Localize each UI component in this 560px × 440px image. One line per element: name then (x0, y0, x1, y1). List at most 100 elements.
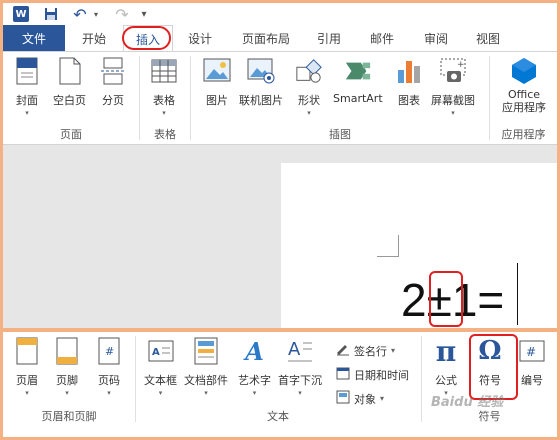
customize-qat-icon[interactable]: ▾ (139, 5, 149, 23)
svg-text:+: + (457, 60, 465, 70)
office-apps-label-line1: Office (507, 88, 541, 101)
header-button[interactable]: 页眉 ▾ (13, 336, 41, 397)
quick-parts-label: 文档部件 (184, 374, 228, 387)
chart-icon (395, 56, 423, 86)
group-header-footer-label: 页眉和页脚 (41, 410, 97, 423)
wordart-icon: A (245, 336, 264, 366)
picture-button[interactable]: 图片 (203, 56, 231, 108)
text-cursor (517, 263, 518, 325)
svg-text:A: A (288, 339, 301, 360)
symbol-button[interactable]: Ω 符号 (476, 336, 504, 388)
textbox-button[interactable]: A 文本框 ▾ (144, 336, 177, 397)
picture-label: 图片 (206, 94, 228, 107)
tab-page-layout[interactable]: 页面布局 (231, 25, 301, 51)
shapes-icon (295, 56, 323, 86)
group-illustrations: 图片 联机图片 形状 ▾ SmartArt 图表 + 屏幕截图 ▾ 插图 (191, 52, 489, 144)
number-label: 编号 (521, 374, 543, 387)
document-area: 2±1= (3, 145, 557, 329)
word-logo-icon: W (13, 6, 29, 22)
redo-icon[interactable]: ↷ (113, 5, 131, 24)
online-picture-button[interactable]: 联机图片 (239, 56, 283, 108)
ribbon-tabs: 文件 开始 插入 设计 页面布局 引用 邮件 审阅 视图 (3, 25, 557, 52)
tab-view[interactable]: 视图 (463, 25, 513, 51)
smartart-label: SmartArt (333, 92, 383, 105)
office-apps-label-line2: 应用程序 (502, 101, 546, 114)
word-window: W ↶ ▾ ↷ ▾ 文件 开始 插入 设计 页面布局 引用 邮件 审阅 视图 封… (0, 0, 560, 440)
table-button[interactable]: 表格 ▾ (150, 56, 178, 117)
datetime-label: 日期和时间 (354, 368, 409, 382)
wordart-button[interactable]: A 艺术字 ▾ (238, 336, 271, 398)
omega-symbol-icon: Ω (478, 336, 502, 366)
blank-page-label: 空白页 (53, 94, 86, 107)
undo-dropdown-icon[interactable]: ▾ (91, 5, 101, 23)
smartart-button[interactable]: SmartArt (333, 56, 383, 105)
dropcap-button[interactable]: A 首字下沉 ▾ (278, 336, 322, 397)
tab-insert[interactable]: 插入 (123, 25, 173, 52)
chevron-down-icon: ▾ (158, 389, 163, 397)
signature-line-button[interactable]: 签名行 ▾ (336, 342, 395, 359)
chart-button[interactable]: 图表 (395, 56, 423, 108)
group-symbols: π 公式 ▾ Ω 符号 # 编号 符号 (422, 332, 557, 426)
object-button[interactable]: 对象 ▾ (336, 390, 384, 407)
chevron-down-icon: ▾ (298, 389, 302, 397)
group-pages: 封面 ▾ 空白页 分页 页面 (3, 52, 139, 144)
textbox-label: 文本框 (144, 374, 177, 387)
group-header-footer: 页眉 ▾ 页脚 ▾ # 页码 ▾ 页眉和页脚 (3, 332, 135, 426)
chevron-down-icon: ▾ (252, 389, 257, 397)
datetime-button[interactable]: 日期和时间 (336, 366, 409, 383)
screenshot-label: 屏幕截图 (431, 94, 475, 107)
smartart-icon (344, 56, 372, 86)
signature-line-label: 签名行 (354, 344, 387, 358)
tab-review[interactable]: 审阅 (411, 25, 461, 51)
page-break-button[interactable]: 分页 (99, 56, 127, 108)
group-table: 表格 ▾ 表格 (140, 52, 190, 144)
tab-home[interactable]: 开始 (69, 25, 119, 51)
group-text-label: 文本 (267, 410, 289, 423)
ribbon-insert: 封面 ▾ 空白页 分页 页面 表格 ▾ 表格 图片 联机图片 形状 ▾ Smar… (3, 51, 557, 145)
chevron-down-icon: ▾ (391, 346, 396, 355)
footer-button[interactable]: 页脚 ▾ (53, 336, 81, 397)
datetime-icon (336, 366, 350, 383)
cover-page-label: 封面 (16, 94, 38, 107)
page-number-button[interactable]: # 页码 ▾ (95, 336, 123, 397)
page-number-label: 页码 (98, 374, 120, 387)
wordart-label: 艺术字 (238, 374, 271, 387)
screenshot-button[interactable]: + 屏幕截图 ▾ (431, 56, 475, 117)
tab-design[interactable]: 设计 (175, 25, 225, 51)
shapes-button[interactable]: 形状 ▾ (295, 56, 323, 117)
object-icon (336, 390, 350, 407)
svg-text:A: A (152, 347, 160, 358)
tab-references[interactable]: 引用 (305, 25, 353, 51)
number-icon: # (518, 336, 546, 366)
chevron-down-icon: ▾ (25, 389, 29, 397)
watermark: Baidu 经验 (431, 395, 504, 410)
blank-page-button[interactable]: 空白页 (53, 56, 86, 108)
page-break-icon (99, 56, 127, 86)
svg-text:#: # (105, 345, 114, 358)
office-apps-icon (510, 56, 538, 86)
symbol-label: 符号 (479, 374, 501, 387)
tab-file[interactable]: 文件 (3, 25, 65, 51)
tab-mailings[interactable]: 邮件 (357, 25, 407, 51)
office-apps-button[interactable]: Office 应用程序 (494, 56, 554, 114)
quick-access-toolbar: W ↶ ▾ ↷ ▾ (3, 3, 557, 25)
chevron-down-icon: ▾ (107, 389, 111, 397)
ribbon-insert-lower: 页眉 ▾ 页脚 ▾ # 页码 ▾ 页眉和页脚 A 文本框 ▾ 文档部件 ▾ A … (3, 332, 557, 437)
save-icon[interactable] (43, 5, 59, 23)
number-button[interactable]: # 编号 (518, 336, 546, 388)
equation-button[interactable]: π 公式 ▾ (432, 335, 460, 398)
document-page[interactable]: 2±1= (281, 163, 557, 329)
undo-icon[interactable]: ↶ (71, 5, 89, 24)
chevron-down-icon: ▾ (25, 109, 29, 117)
chevron-down-icon: ▾ (162, 109, 166, 117)
signature-line-icon (336, 342, 350, 359)
table-label: 表格 (153, 94, 175, 107)
chevron-down-icon: ▾ (380, 394, 385, 403)
group-pages-label: 页面 (60, 128, 82, 141)
online-picture-label: 联机图片 (239, 94, 283, 107)
cover-page-button[interactable]: 封面 ▾ (13, 56, 41, 117)
quick-parts-button[interactable]: 文档部件 ▾ (184, 336, 228, 397)
equation-text[interactable]: 2±1= (401, 275, 504, 325)
blank-page-icon (56, 56, 84, 86)
equation-label: 公式 (435, 374, 457, 387)
